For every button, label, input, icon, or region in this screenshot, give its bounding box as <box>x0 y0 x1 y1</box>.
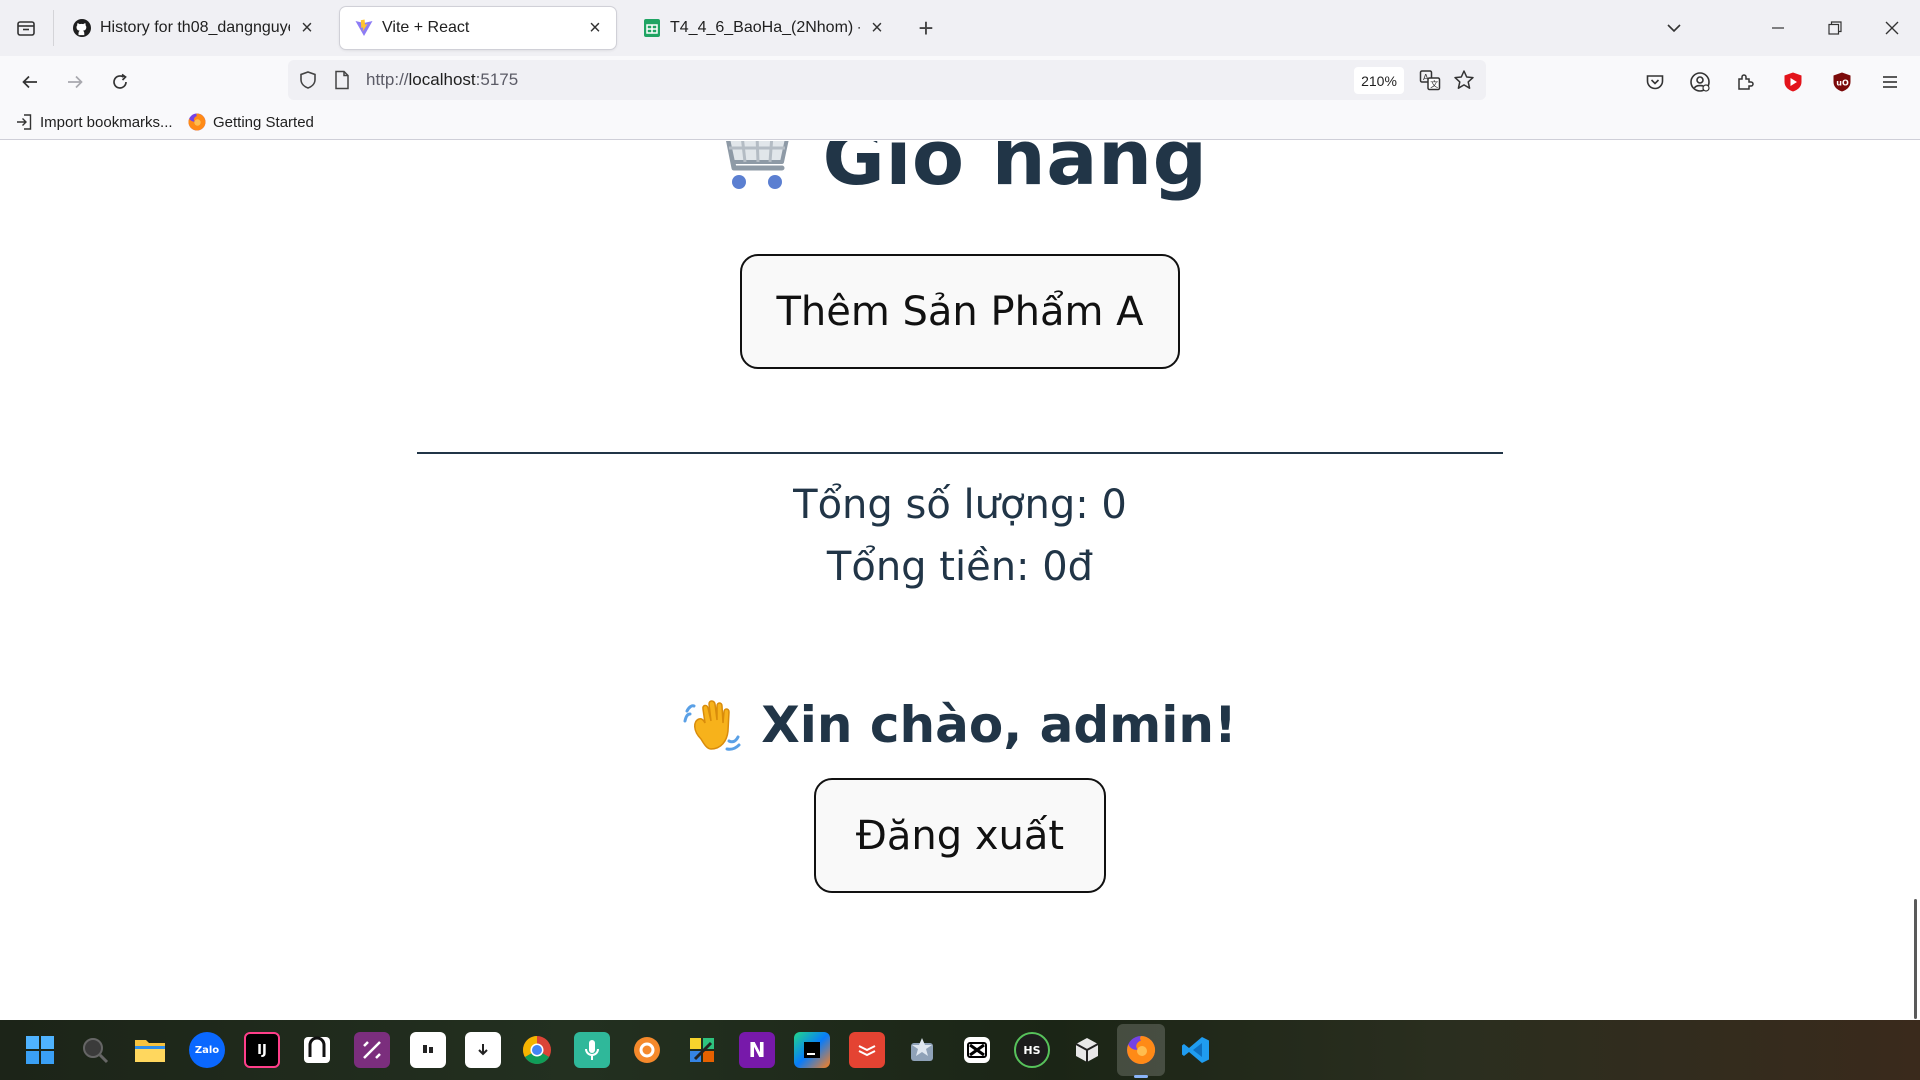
figma-like-icon[interactable] <box>354 1032 390 1068</box>
page-viewport: Giỏ hàng Thêm Sản Phẩm A Tổng số lượng: … <box>0 141 1920 1020</box>
github-icon <box>72 18 92 38</box>
bookmark-star-icon[interactable] <box>1452 68 1476 92</box>
search-icon[interactable] <box>77 1032 113 1068</box>
app-icon[interactable] <box>410 1032 446 1068</box>
extensions-icon[interactable] <box>1729 66 1761 98</box>
pocket-icon[interactable] <box>1639 66 1671 98</box>
minimize-icon[interactable] <box>1755 8 1801 48</box>
url-scheme: http:// <box>366 70 409 89</box>
navigation-toolbar: http://localhost:5175 210% A文 uO <box>0 56 1920 106</box>
tab-title: T4_4_6_BaoHa_(2Nhom) - Goog <box>670 19 860 36</box>
tab-list-icon[interactable] <box>12 14 40 42</box>
url-port: :5175 <box>475 70 519 89</box>
microphone-icon[interactable] <box>574 1032 610 1068</box>
waving-hand-icon <box>683 700 741 751</box>
greeting-heading: Xin chào, admin! <box>0 696 1920 754</box>
total-quantity-text: Tổng số lượng: 0 <box>793 482 1127 528</box>
import-icon <box>14 112 34 132</box>
zoom-level-badge[interactable]: 210% <box>1354 67 1404 94</box>
cart-title: Giỏ hàng <box>822 141 1208 202</box>
cart-heading: Giỏ hàng <box>0 141 1920 202</box>
back-arrow-icon[interactable] <box>14 66 46 98</box>
close-tab-icon[interactable]: × <box>296 17 318 39</box>
tab-title: Vite + React <box>382 19 470 36</box>
section-divider <box>417 452 1503 454</box>
ublock-origin-icon[interactable]: uO <box>1826 66 1858 98</box>
app-icon[interactable] <box>1069 1032 1105 1068</box>
bookmarks-toolbar: Import bookmarks... Getting Started <box>0 106 1920 140</box>
shopping-cart-icon <box>726 141 789 189</box>
url-text[interactable]: http://localhost:5175 <box>366 70 518 90</box>
vite-icon <box>354 18 374 38</box>
page-info-icon[interactable] <box>330 68 354 92</box>
sheets-icon <box>642 18 662 38</box>
tab-google-sheets[interactable]: T4_4_6_BaoHa_(2Nhom) - Goog × <box>628 7 898 49</box>
page-scrollbar-thumb[interactable] <box>1914 899 1917 1019</box>
add-product-a-button[interactable]: Thêm Sản Phẩm A <box>740 254 1180 369</box>
tabstrip-separator <box>53 10 54 46</box>
tab-github-history[interactable]: History for th08_dangnguyentie × <box>58 7 328 49</box>
firefox-icon[interactable] <box>1123 1032 1159 1068</box>
greeting-text: Xin chào, admin! <box>761 696 1237 754</box>
new-tab-button[interactable]: + <box>912 13 940 43</box>
capcut-icon[interactable] <box>959 1032 995 1068</box>
windows-start-icon[interactable] <box>22 1032 58 1068</box>
close-tab-icon[interactable]: × <box>866 17 888 39</box>
close-tab-icon[interactable]: × <box>584 17 606 39</box>
app-icon[interactable] <box>904 1032 940 1068</box>
address-bar[interactable]: http://localhost:5175 210% A文 <box>288 60 1486 100</box>
onenote-icon[interactable]: N <box>739 1032 775 1068</box>
bookmark-label: Getting Started <box>213 113 314 131</box>
tab-title: History for th08_dangnguyentie <box>100 19 290 36</box>
zalo-icon[interactable]: Zalo <box>189 1032 225 1068</box>
chevron-down-icon[interactable] <box>1660 14 1688 42</box>
reload-icon[interactable] <box>104 66 136 98</box>
bookmark-import[interactable]: Import bookmarks... <box>14 112 173 132</box>
notion-icon[interactable] <box>299 1032 335 1068</box>
svg-text:文: 文 <box>1430 79 1438 89</box>
close-window-icon[interactable] <box>1869 8 1915 48</box>
file-explorer-icon[interactable] <box>132 1032 168 1068</box>
url-host: localhost <box>408 70 476 89</box>
jetbrains-toolbox-icon[interactable] <box>794 1032 830 1068</box>
app-icon[interactable] <box>465 1032 501 1068</box>
youtube-extension-icon[interactable] <box>1777 66 1809 98</box>
restore-icon[interactable] <box>1812 8 1858 48</box>
tab-strip: History for th08_dangnguyentie × Vite + … <box>0 0 1920 56</box>
chrome-icon[interactable] <box>519 1032 555 1068</box>
hamburger-menu-icon[interactable] <box>1874 66 1906 98</box>
bookmark-getting-started[interactable]: Getting Started <box>187 112 314 132</box>
intellij-icon[interactable]: IJ <box>244 1032 280 1068</box>
svg-text:uO: uO <box>1836 79 1849 88</box>
account-icon[interactable] <box>1684 66 1716 98</box>
tab-vite-react[interactable]: Vite + React × <box>340 7 616 49</box>
bookmark-label: Import bookmarks... <box>40 113 173 131</box>
todoist-icon[interactable] <box>849 1032 885 1068</box>
forward-arrow-icon[interactable] <box>59 66 91 98</box>
firefox-icon <box>187 112 207 132</box>
active-app-indicator <box>1134 1075 1148 1078</box>
tracking-protection-shield-icon[interactable] <box>296 68 320 92</box>
windows-taskbar: Zalo IJ N HS <box>0 1020 1920 1080</box>
logout-button[interactable]: Đăng xuất <box>814 778 1106 893</box>
app-icon[interactable] <box>629 1032 665 1068</box>
total-price-text: Tổng tiền: 0đ <box>826 544 1094 590</box>
translate-icon[interactable]: A文 <box>1418 68 1442 92</box>
hs-app-icon[interactable]: HS <box>1014 1032 1050 1068</box>
vscode-icon[interactable] <box>1178 1032 1214 1068</box>
color-picker-icon[interactable] <box>684 1032 720 1068</box>
